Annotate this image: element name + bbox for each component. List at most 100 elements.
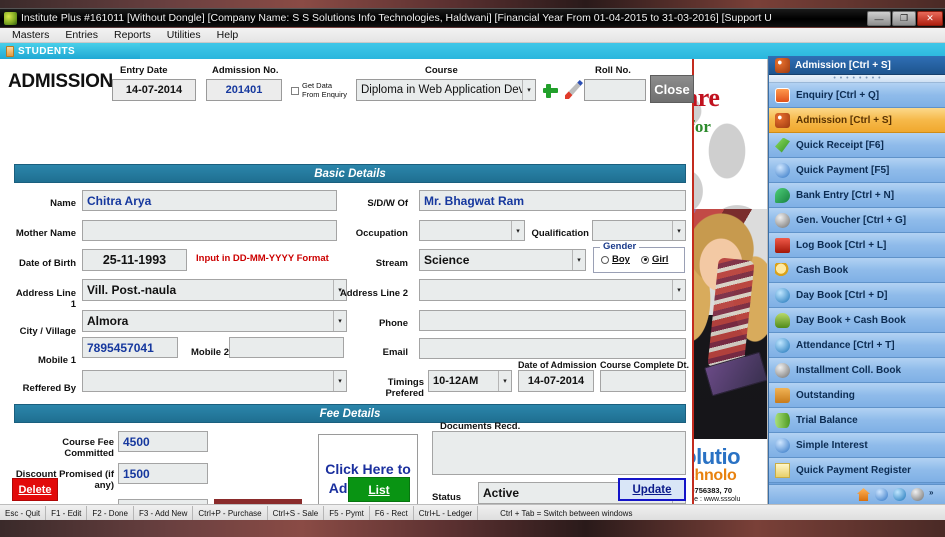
email-input[interactable] <box>419 338 686 359</box>
fee-details-banner: Fee Details <box>14 404 686 423</box>
dock-item-label: Bank Entry [Ctrl + N] <box>796 189 895 201</box>
more-icon[interactable]: » <box>929 488 942 501</box>
dock-item-label: Outstanding <box>796 389 855 401</box>
dock-item-simple-interest[interactable]: Simple Interest <box>769 433 945 458</box>
page-title: ADMISSION <box>8 71 113 92</box>
phone-input[interactable] <box>419 310 686 331</box>
menu-utilities[interactable]: Utilities <box>159 28 209 43</box>
mother-name-input[interactable] <box>82 220 337 241</box>
person-icon <box>775 312 790 328</box>
delete-button[interactable]: Delete <box>12 478 58 501</box>
dock-item-log-book[interactable]: Log Book [Ctrl + L] <box>769 233 945 258</box>
dock-item-outstanding[interactable]: Outstanding <box>769 383 945 408</box>
dock-item-quick-payment-register[interactable]: Quick Payment Register <box>769 458 945 483</box>
dock-item-day-book-cash-book[interactable]: Day Book + Cash Book <box>769 308 945 333</box>
city-dropdown[interactable]: Almora ▾ <box>82 310 347 332</box>
chevron-down-icon[interactable]: ▾ <box>511 221 524 240</box>
menu-entries[interactable]: Entries <box>57 28 106 43</box>
mother-name-label: Mother Name <box>15 228 76 239</box>
gender-legend: Gender <box>600 241 640 252</box>
occupation-dropdown[interactable]: ▾ <box>419 220 525 241</box>
chevron-down-icon[interactable]: ▾ <box>572 250 585 270</box>
minimize-button[interactable]: — <box>867 11 891 26</box>
book-icon <box>775 387 790 403</box>
dock-item-quick-receipt[interactable]: Quick Receipt [F6] <box>769 133 945 158</box>
discount-input[interactable]: 1500 <box>118 463 208 484</box>
chevron-down-icon[interactable]: ▾ <box>672 280 685 300</box>
installment-icon[interactable] <box>911 488 924 501</box>
dock-item-attendance[interactable]: Attendance [Ctrl + T] <box>769 333 945 358</box>
dock-item-bank-entry[interactable]: Bank Entry [Ctrl + N] <box>769 183 945 208</box>
tab-students[interactable]: STUDENTS <box>0 43 140 59</box>
chevron-down-icon[interactable]: ▾ <box>333 371 346 391</box>
address1-dropdown[interactable]: Vill. Post.-naula ▾ <box>82 279 347 301</box>
sdw-input[interactable]: Mr. Bhagwat Ram <box>419 190 686 211</box>
date-of-admission-input[interactable]: 14-07-2014 <box>518 370 594 392</box>
city-value: Almora <box>87 314 129 328</box>
gender-radio-boy[interactable]: Boy <box>601 254 630 265</box>
documents-received-textarea[interactable] <box>432 431 686 475</box>
dock-item-installment-coll-book[interactable]: Installment Coll. Book <box>769 358 945 383</box>
add-course-plus-icon[interactable] <box>541 81 559 99</box>
qualification-dropdown[interactable]: ▾ <box>592 220 686 241</box>
radio-circle[interactable] <box>601 255 609 264</box>
mobile2-input[interactable] <box>229 337 344 358</box>
gender-radio-girl[interactable]: Girl <box>641 254 668 265</box>
dock-item-cash-book[interactable]: Cash Book <box>769 258 945 283</box>
dob-input[interactable]: 25-11-1993 <box>82 249 187 271</box>
dock-item-enquiry[interactable]: Enquiry [Ctrl + Q] <box>769 83 945 108</box>
close-window-button[interactable]: ✕ <box>917 11 943 26</box>
menu-masters[interactable]: Masters <box>4 28 57 43</box>
edit-course-pencil-icon[interactable] <box>565 80 583 99</box>
entry-date-field[interactable]: 14-07-2014 <box>112 79 196 101</box>
payment-icon[interactable] <box>875 488 888 501</box>
timings-dropdown[interactable]: 10-12AM ▾ <box>428 370 512 392</box>
chevron-down-icon[interactable]: ▾ <box>672 221 685 240</box>
address2-dropdown[interactable]: ▾ <box>419 279 686 301</box>
name-input[interactable]: Chitra Arya <box>82 190 337 211</box>
radio-circle-selected[interactable] <box>641 255 649 264</box>
app-icon <box>4 11 17 25</box>
dock-item-admission[interactable]: Admission [Ctrl + S] <box>769 108 945 133</box>
dock-item-trial-balance[interactable]: Trial Balance <box>769 408 945 433</box>
get-data-from-enquiry-checkbox[interactable]: Get Data From Enquiry <box>291 81 353 100</box>
close-button[interactable]: Close <box>650 75 694 103</box>
restore-button[interactable]: ❐ <box>892 11 916 26</box>
timings-value: 10-12AM <box>433 375 479 387</box>
status-hint: Ctrl + Tab = Switch between windows <box>500 508 633 518</box>
list-button[interactable]: List <box>348 477 410 502</box>
dock-item-day-book[interactable]: Day Book [Ctrl + D] <box>769 283 945 308</box>
chevron-down-icon[interactable]: ▾ <box>333 311 346 331</box>
cylinder-icon <box>775 412 790 428</box>
globe-icon[interactable] <box>893 488 906 501</box>
dock-grip-handle[interactable]: • • • • • • • • <box>769 75 945 83</box>
status-f1-edit: F1 - Edit <box>46 505 88 520</box>
dock-item-quick-payment[interactable]: Quick Payment [F5] <box>769 158 945 183</box>
dock-item-gen-voucher[interactable]: Gen. Voucher [Ctrl + G] <box>769 208 945 233</box>
mobile1-input[interactable]: 7895457041 <box>82 337 178 358</box>
status-label: Status <box>432 492 462 503</box>
window-controls[interactable]: — ❐ ✕ <box>867 11 943 26</box>
checkbox-box[interactable] <box>291 86 299 95</box>
course-fee-input[interactable]: 4500 <box>118 431 208 452</box>
dock-header-label: Admission [Ctrl + S] <box>795 59 891 71</box>
referred-by-dropdown[interactable]: ▾ <box>82 370 347 392</box>
roll-no-field[interactable] <box>584 79 646 101</box>
chevron-down-icon[interactable]: ▾ <box>522 80 535 100</box>
admission-form: ADMISSION Entry Date 14-07-2014 Admissio… <box>0 59 694 504</box>
update-button[interactable]: Update <box>618 478 686 501</box>
city-label: City / Village <box>19 326 76 337</box>
admission-no-field[interactable]: 201401 <box>206 79 282 101</box>
dock-item-label: Log Book [Ctrl + L] <box>796 239 887 251</box>
tab-students-label: STUDENTS <box>18 45 76 57</box>
email-label: Email <box>382 347 408 358</box>
course-dropdown[interactable]: Diploma in Web Application Dev ▾ <box>356 79 536 101</box>
menu-help[interactable]: Help <box>209 28 247 43</box>
chevron-down-icon[interactable]: ▾ <box>498 371 511 391</box>
stream-dropdown[interactable]: Science ▾ <box>419 249 586 271</box>
status-ctrlp-purchase: Ctrl+P - Purchase <box>193 505 268 520</box>
course-complete-input[interactable] <box>600 370 686 392</box>
menu-reports[interactable]: Reports <box>106 28 159 43</box>
menu-bar[interactable]: Masters Entries Reports Utilities Help <box>0 28 945 43</box>
home-icon[interactable] <box>857 488 870 501</box>
